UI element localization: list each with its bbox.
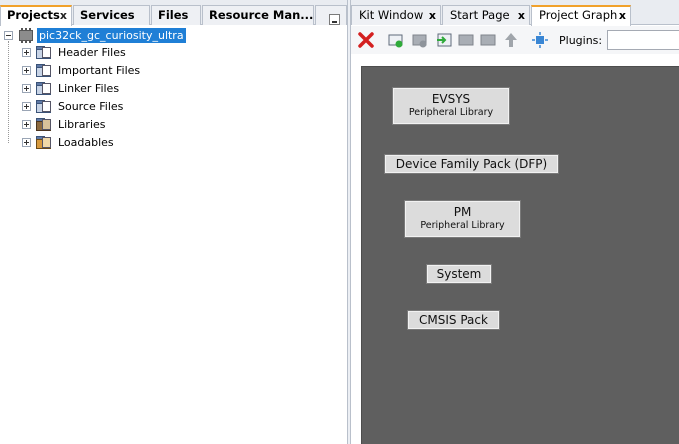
save-icon: [480, 34, 496, 46]
folder-icon: [36, 81, 53, 95]
editor-panel: Kit Window x Start Page x Project Graph …: [351, 0, 679, 444]
graph-toolbar: Plugins:: [351, 26, 679, 54]
expand-icon[interactable]: [22, 47, 31, 57]
project-root-label: pic32ck_gc_curiosity_ultra: [37, 27, 186, 43]
import-button[interactable]: [435, 31, 453, 49]
minimize-window-icon[interactable]: [329, 14, 340, 25]
tab-project-graph-label: Project Graph: [539, 8, 618, 22]
library-folder-icon: [36, 117, 53, 131]
collapse-icon[interactable]: [4, 30, 13, 40]
graph-node-pm[interactable]: PM Peripheral Library: [404, 200, 521, 238]
tab-resource-manager-label: Resource Man...: [209, 8, 314, 22]
component-icon: [412, 34, 427, 48]
tab-projects[interactable]: Projects x: [0, 5, 72, 26]
fit-view-icon: [532, 32, 548, 48]
expand-icon[interactable]: [22, 83, 31, 93]
tree-item-header-files[interactable]: Header Files: [22, 44, 126, 60]
projects-tab-bar: Projects x Services Files Resource Man..…: [0, 0, 347, 26]
tree-item-source-files[interactable]: Source Files: [22, 98, 123, 114]
folder-icon: [36, 99, 53, 113]
delete-button[interactable]: [357, 31, 375, 49]
chip-project-icon: [19, 27, 33, 43]
folder-icon: [36, 45, 53, 59]
editor-tab-bar: Kit Window x Start Page x Project Graph …: [351, 0, 679, 26]
node-subtitle: Peripheral Library: [408, 107, 494, 118]
tab-services-label: Services: [80, 8, 135, 22]
project-root-node[interactable]: pic32ck_gc_curiosity_ultra: [4, 27, 186, 43]
projects-panel: Projects x Services Files Resource Man..…: [0, 0, 347, 444]
add-component-icon: [388, 34, 403, 48]
graph-node-system[interactable]: System: [426, 264, 492, 284]
new-component-button[interactable]: [387, 31, 405, 49]
arrow-up-icon: [505, 33, 517, 47]
tab-project-graph-close-icon[interactable]: x: [619, 7, 626, 24]
node-subtitle: Peripheral Library: [420, 220, 505, 231]
plugins-input[interactable]: [607, 30, 679, 50]
expand-icon[interactable]: [22, 137, 31, 147]
node-title: PM: [453, 205, 472, 219]
tree-item-important-files[interactable]: Important Files: [22, 62, 140, 78]
node-title: Device Family Pack (DFP): [395, 157, 548, 171]
tab-kit-window-close-icon[interactable]: x: [429, 6, 436, 25]
tab-start-page[interactable]: Start Page x: [442, 5, 530, 25]
tab-projects-close-icon[interactable]: x: [60, 7, 67, 24]
tree-item-label: Libraries: [58, 117, 106, 131]
plugins-label: Plugins:: [559, 34, 603, 47]
tab-services[interactable]: Services: [73, 5, 150, 25]
tree-item-label: Important Files: [58, 63, 141, 77]
import-icon: [437, 33, 452, 47]
tab-kit-window[interactable]: Kit Window x: [351, 5, 441, 25]
loadables-folder-icon: [36, 135, 53, 149]
tab-resource-manager[interactable]: Resource Man...: [202, 5, 314, 25]
tab-start-page-label: Start Page: [450, 8, 510, 22]
node-title: CMSIS Pack: [419, 313, 488, 327]
tab-start-page-close-icon[interactable]: x: [518, 6, 525, 25]
move-up-button[interactable]: [502, 31, 520, 49]
tab-project-graph[interactable]: Project Graph x: [531, 5, 631, 26]
expand-icon[interactable]: [22, 101, 31, 111]
tab-kit-window-label: Kit Window: [359, 8, 424, 22]
tree-guide-line: [8, 41, 9, 143]
export-button[interactable]: [457, 31, 475, 49]
graph-node-cmsis-pack[interactable]: CMSIS Pack: [407, 310, 500, 330]
tree-item-label: Header Files: [58, 45, 126, 59]
remove-component-button[interactable]: [411, 31, 429, 49]
fit-view-button[interactable]: [531, 31, 549, 49]
folder-icon: [36, 63, 53, 77]
graph-node-evsys[interactable]: EVSYS Peripheral Library: [392, 87, 510, 125]
expand-icon[interactable]: [22, 119, 31, 129]
tab-files-label: Files: [158, 8, 189, 22]
panel-controls: [315, 5, 347, 25]
export-icon: [458, 34, 474, 46]
node-title: System: [436, 267, 482, 281]
red-x-icon: [358, 32, 374, 48]
tree-item-label: Loadables: [58, 135, 114, 149]
graph-node-dfp[interactable]: Device Family Pack (DFP): [384, 154, 559, 174]
save-config-button[interactable]: [479, 31, 497, 49]
project-graph-canvas[interactable]: EVSYS Peripheral Library Device Family P…: [361, 66, 679, 444]
tree-item-libraries[interactable]: Libraries: [22, 116, 106, 132]
tree-item-label: Linker Files: [58, 81, 120, 95]
tree-item-label: Source Files: [58, 99, 124, 113]
node-title: EVSYS: [431, 92, 471, 106]
tree-item-linker-files[interactable]: Linker Files: [22, 80, 119, 96]
tab-projects-label: Projects: [7, 8, 60, 22]
expand-icon[interactable]: [22, 65, 31, 75]
tree-item-loadables[interactable]: Loadables: [22, 134, 114, 150]
tab-files[interactable]: Files: [151, 5, 201, 25]
